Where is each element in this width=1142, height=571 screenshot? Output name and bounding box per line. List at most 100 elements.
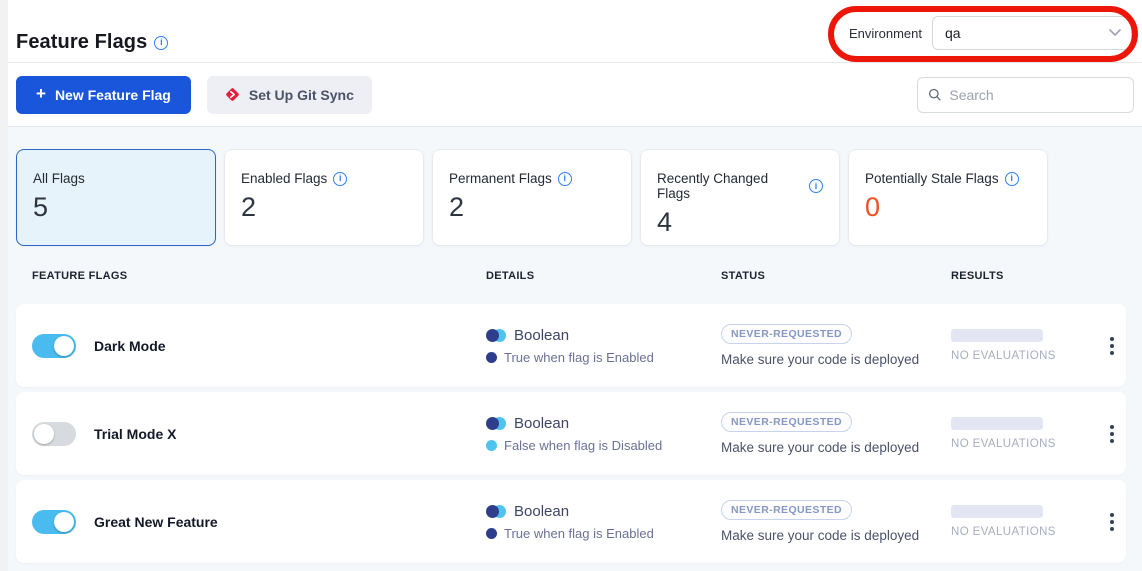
column-header-results: RESULTS bbox=[951, 270, 1097, 282]
flag-status-cell: NEVER-REQUESTED Make sure your code is d… bbox=[721, 324, 951, 367]
environment-dropdown[interactable]: qa bbox=[932, 16, 1132, 50]
stat-label: Potentially Stale Flags bbox=[865, 171, 999, 186]
info-icon[interactable] bbox=[809, 179, 823, 193]
variation-dot-icon bbox=[486, 440, 497, 451]
flag-detail-text: False when flag is Disabled bbox=[504, 438, 662, 453]
flag-row: Great New Feature Boolean True when flag… bbox=[16, 480, 1126, 563]
flag-results-cell: NO EVALUATIONS bbox=[951, 505, 1097, 538]
results-text: NO EVALUATIONS bbox=[951, 526, 1097, 538]
environment-label: Environment bbox=[849, 26, 922, 41]
search-icon bbox=[928, 87, 941, 102]
flag-name[interactable]: Great New Feature bbox=[94, 514, 218, 530]
git-sync-icon bbox=[225, 87, 240, 102]
flag-menu-cell bbox=[1097, 331, 1126, 361]
column-header-status: STATUS bbox=[721, 270, 951, 282]
git-sync-button[interactable]: Set Up Git Sync bbox=[207, 76, 372, 114]
flag-details-cell: Boolean False when flag is Disabled bbox=[486, 415, 721, 453]
results-text: NO EVALUATIONS bbox=[951, 438, 1097, 450]
info-icon[interactable] bbox=[558, 172, 572, 186]
stat-value: 0 bbox=[865, 192, 1031, 223]
flag-status-cell: NEVER-REQUESTED Make sure your code is d… bbox=[721, 500, 951, 543]
flag-name-cell: Trial Mode X bbox=[32, 422, 486, 446]
flag-type-line: Boolean bbox=[486, 327, 721, 344]
column-header-details: DETAILS bbox=[486, 270, 721, 282]
flag-results-cell: NO EVALUATIONS bbox=[951, 417, 1097, 450]
environment-selector: Environment qa bbox=[849, 16, 1132, 50]
flag-row: Dark Mode Boolean True when flag is Enab… bbox=[16, 304, 1126, 387]
flag-detail-text: True when flag is Enabled bbox=[504, 350, 654, 365]
boolean-type-icon bbox=[486, 505, 506, 518]
new-feature-flag-button[interactable]: + New Feature Flag bbox=[16, 76, 191, 114]
stat-card[interactable]: Enabled Flags 2 bbox=[224, 149, 424, 246]
stat-label: Permanent Flags bbox=[449, 171, 552, 186]
toolbar: + New Feature Flag Set Up Git Sync bbox=[0, 63, 1142, 127]
status-text: Make sure your code is deployed bbox=[721, 528, 951, 543]
status-badge: NEVER-REQUESTED bbox=[721, 500, 852, 520]
toggle-knob bbox=[54, 336, 74, 356]
flag-type-line: Boolean bbox=[486, 503, 721, 520]
variation-dot-icon bbox=[486, 352, 497, 363]
info-icon[interactable] bbox=[333, 172, 347, 186]
stat-label-row: Potentially Stale Flags bbox=[865, 171, 1031, 186]
flag-status-cell: NEVER-REQUESTED Make sure your code is d… bbox=[721, 412, 951, 455]
flag-detail-line: True when flag is Enabled bbox=[486, 350, 721, 365]
toggle-knob bbox=[34, 424, 54, 444]
stat-label: Recently Changed Flags bbox=[657, 171, 803, 201]
results-bar bbox=[951, 417, 1043, 430]
results-bar bbox=[951, 505, 1043, 518]
stat-label-row: All Flags bbox=[33, 171, 199, 186]
left-edge-strip bbox=[0, 0, 8, 571]
feature-flags-page: Feature Flags Environment qa + New Featu… bbox=[0, 0, 1142, 571]
variation-dot-icon bbox=[486, 528, 497, 539]
stat-card[interactable]: Recently Changed Flags 4 bbox=[640, 149, 840, 246]
flag-detail-line: False when flag is Disabled bbox=[486, 438, 721, 453]
flag-type-label: Boolean bbox=[514, 327, 569, 344]
stat-label: Enabled Flags bbox=[241, 171, 327, 186]
status-text: Make sure your code is deployed bbox=[721, 440, 951, 455]
stat-label-row: Permanent Flags bbox=[449, 171, 615, 186]
boolean-type-icon bbox=[486, 329, 506, 342]
results-text: NO EVALUATIONS bbox=[951, 350, 1097, 362]
flag-toggle[interactable] bbox=[32, 334, 76, 358]
plus-icon: + bbox=[36, 84, 46, 104]
page-header: Feature Flags Environment qa bbox=[0, 0, 1142, 63]
flag-type-label: Boolean bbox=[514, 415, 569, 432]
flag-row: Trial Mode X Boolean False when flag is … bbox=[16, 392, 1126, 475]
toggle-knob bbox=[54, 512, 74, 532]
stat-card[interactable]: Potentially Stale Flags 0 bbox=[848, 149, 1048, 246]
flag-toggle[interactable] bbox=[32, 510, 76, 534]
kebab-menu-icon[interactable] bbox=[1104, 419, 1120, 449]
status-badge: NEVER-REQUESTED bbox=[721, 412, 852, 432]
boolean-type-icon bbox=[486, 417, 506, 430]
stat-value: 4 bbox=[657, 207, 823, 238]
info-icon[interactable] bbox=[1005, 172, 1019, 186]
flag-type-label: Boolean bbox=[514, 503, 569, 520]
kebab-menu-icon[interactable] bbox=[1104, 507, 1120, 537]
chevron-down-icon bbox=[1109, 29, 1121, 37]
stat-value: 5 bbox=[33, 192, 199, 223]
stat-value: 2 bbox=[241, 192, 407, 223]
flag-toggle[interactable] bbox=[32, 422, 76, 446]
status-text: Make sure your code is deployed bbox=[721, 352, 951, 367]
flag-details-cell: Boolean True when flag is Enabled bbox=[486, 503, 721, 541]
stat-card[interactable]: All Flags 5 bbox=[16, 149, 216, 246]
stat-label: All Flags bbox=[33, 171, 85, 186]
results-bar bbox=[951, 329, 1043, 342]
flag-type-line: Boolean bbox=[486, 415, 721, 432]
flag-detail-line: True when flag is Enabled bbox=[486, 526, 721, 541]
flag-menu-cell bbox=[1097, 419, 1126, 449]
stat-card[interactable]: Permanent Flags 2 bbox=[432, 149, 632, 246]
new-feature-flag-label: New Feature Flag bbox=[55, 87, 171, 103]
flag-name[interactable]: Trial Mode X bbox=[94, 426, 176, 442]
page-title: Feature Flags bbox=[16, 31, 147, 54]
info-icon[interactable] bbox=[154, 36, 168, 50]
search-input[interactable] bbox=[949, 87, 1123, 103]
flag-name[interactable]: Dark Mode bbox=[94, 338, 166, 354]
stat-label-row: Enabled Flags bbox=[241, 171, 407, 186]
stat-value: 2 bbox=[449, 192, 615, 223]
table-header: FEATURE FLAGS DETAILS STATUS RESULTS bbox=[16, 270, 1126, 304]
kebab-menu-icon[interactable] bbox=[1104, 331, 1120, 361]
flag-menu-cell bbox=[1097, 507, 1126, 537]
flag-name-cell: Dark Mode bbox=[32, 334, 486, 358]
flag-details-cell: Boolean True when flag is Enabled bbox=[486, 327, 721, 365]
